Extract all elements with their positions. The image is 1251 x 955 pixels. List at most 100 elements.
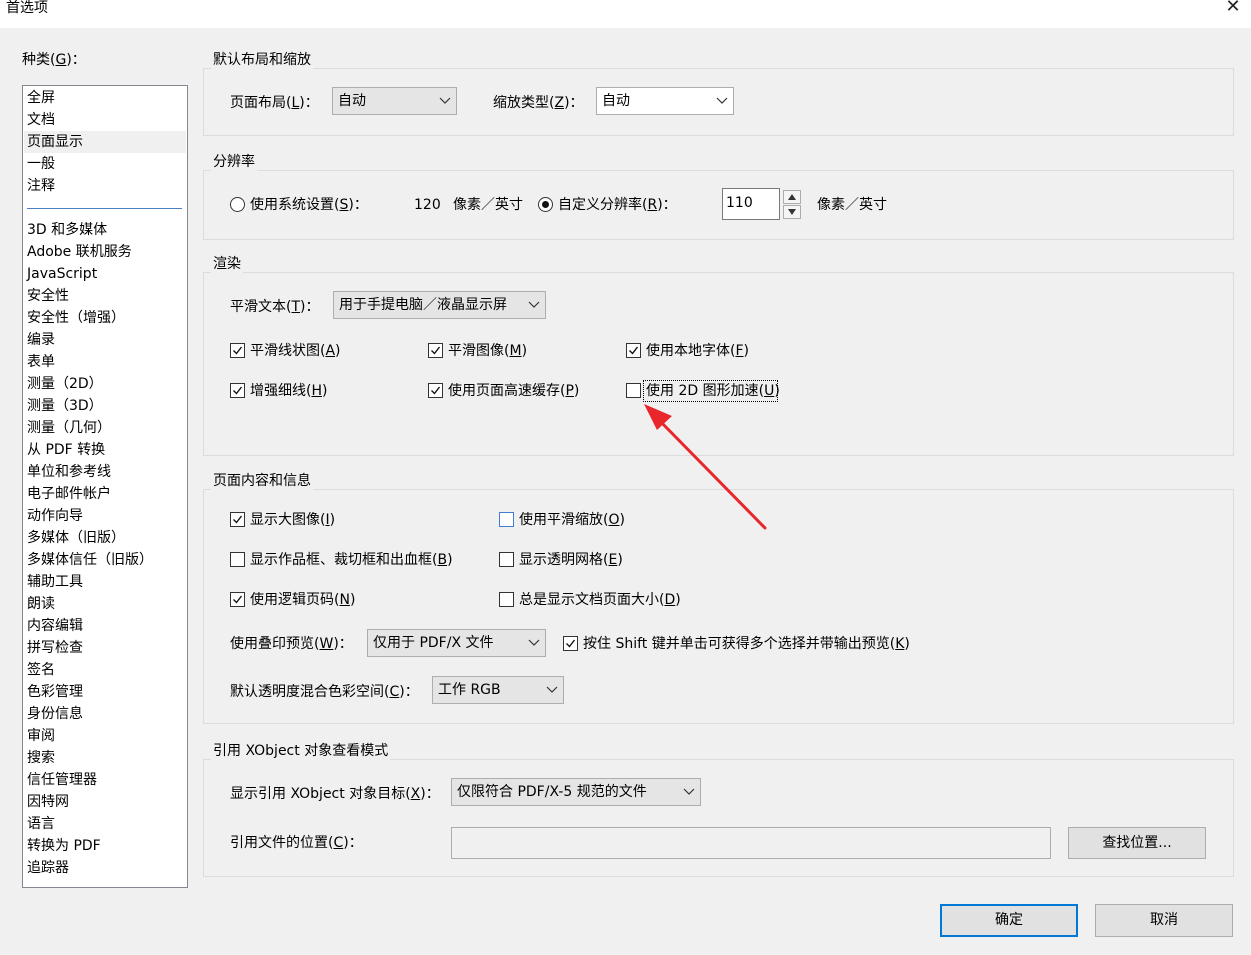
category-item[interactable]: 签名 xyxy=(24,659,186,681)
checkbox-label[interactable]: 增强细线(H) xyxy=(250,382,327,400)
xobject-target-dropdown[interactable] xyxy=(678,779,700,805)
checkbox[interactable] xyxy=(499,592,514,607)
ok-button[interactable]: 确定 xyxy=(940,904,1078,937)
category-item[interactable]: JavaScript xyxy=(24,263,186,285)
category-item[interactable]: 信任管理器 xyxy=(24,769,186,791)
category-item[interactable]: 注释 xyxy=(24,175,186,197)
xobject-target-select[interactable]: 仅限符合 PDF/X-5 规范的文件 xyxy=(451,778,701,806)
checkbox-label[interactable]: 平滑图像(M) xyxy=(448,342,527,360)
checkbox[interactable] xyxy=(230,512,245,527)
shift-click-checkbox[interactable] xyxy=(563,636,578,651)
checkbox-label[interactable]: 显示大图像(I) xyxy=(250,511,335,529)
blend-space-dropdown[interactable] xyxy=(541,677,563,703)
category-item[interactable]: 动作向导 xyxy=(24,505,186,527)
page-layout-dropdown[interactable] xyxy=(434,88,456,114)
cancel-button[interactable]: 取消 xyxy=(1095,904,1233,937)
checkbox-label[interactable]: 使用平滑缩放(O) xyxy=(519,511,625,529)
checkbox[interactable] xyxy=(626,343,641,358)
category-list[interactable]: 全屏 文档 页面显示 一般 注释 3D 和多媒体 Adobe 联机服务 JavaScript 安… xyxy=(22,85,188,888)
checkbox[interactable] xyxy=(428,343,443,358)
checkbox[interactable] xyxy=(230,552,245,567)
file-location-mnemonic: C xyxy=(333,835,344,851)
category-item[interactable]: 内容编辑 xyxy=(24,615,186,637)
category-item[interactable]: 安全性（增强） xyxy=(24,307,186,329)
blend-space-select[interactable]: 工作 RGB xyxy=(432,676,564,704)
checkbox[interactable] xyxy=(499,552,514,567)
category-item[interactable]: 色彩管理 xyxy=(24,681,186,703)
category-item[interactable]: 辅助工具 xyxy=(24,571,186,593)
title-bar: 首选项 ✕ xyxy=(0,0,1251,28)
category-item[interactable]: 语言 xyxy=(24,813,186,835)
checkbox-label[interactable]: 使用本地字体(F) xyxy=(646,342,749,360)
zoom-type-label: 缩放类型(Z)： xyxy=(493,95,584,111)
category-item[interactable]: 因特网 xyxy=(24,791,186,813)
checkbox[interactable] xyxy=(230,592,245,607)
xobject-target-value: 仅限符合 PDF/X-5 规范的文件 xyxy=(457,784,647,800)
system-setting-label[interactable]: 使用系统设置(S)： xyxy=(250,196,368,214)
checkbox[interactable] xyxy=(230,383,245,398)
checkbox-label[interactable]: 平滑线状图(A) xyxy=(250,342,341,360)
zoom-type-dropdown[interactable] xyxy=(711,88,733,114)
category-item[interactable]: 身份信息 xyxy=(24,703,186,725)
checkbox-label[interactable]: 显示透明网格(E) xyxy=(519,551,623,569)
checkbox[interactable] xyxy=(230,343,245,358)
chevron-down-icon xyxy=(716,97,728,104)
checkbox-label[interactable]: 显示作品框、裁切框和出血框(B) xyxy=(250,551,453,569)
zoom-type-label-text: 缩放类型 xyxy=(493,95,549,111)
checkbox-mnemonic: D xyxy=(664,592,676,608)
custom-resolution-radio[interactable] xyxy=(538,197,553,212)
category-item[interactable]: 一般 xyxy=(24,153,186,175)
checkbox-mnemonic: A xyxy=(325,343,336,359)
checkbox[interactable] xyxy=(499,512,514,527)
system-resolution-value: 120 xyxy=(414,197,441,213)
category-item[interactable]: 单位和参考线 xyxy=(24,461,186,483)
category-item[interactable]: 从 PDF 转换 xyxy=(24,439,186,461)
shift-click-label[interactable]: 按住 Shift 键并单击可获得多个选择并带输出预览(K) xyxy=(583,635,910,653)
category-item[interactable]: 多媒体信任（旧版） xyxy=(24,549,186,571)
category-item[interactable]: 审阅 xyxy=(24,725,186,747)
category-item[interactable]: 编录 xyxy=(24,329,186,351)
find-location-button[interactable]: 查找位置... xyxy=(1068,827,1206,859)
category-item[interactable]: Adobe 联机服务 xyxy=(24,241,186,263)
overprint-select[interactable]: 仅用于 PDF/X 文件 xyxy=(367,629,546,657)
category-item[interactable]: 追踪器 xyxy=(24,857,186,879)
checkbox-label[interactable]: 使用页面高速缓存(P) xyxy=(448,382,579,400)
spin-down-button[interactable] xyxy=(783,205,801,219)
spin-up-button[interactable] xyxy=(783,190,801,204)
checkbox[interactable] xyxy=(428,383,443,398)
overprint-dropdown[interactable] xyxy=(523,630,545,656)
category-item[interactable]: 搜索 xyxy=(24,747,186,769)
category-item[interactable]: 多媒体（旧版） xyxy=(24,527,186,549)
category-item[interactable]: 安全性 xyxy=(24,285,186,307)
checkbox-label[interactable]: 使用逻辑页码(N) xyxy=(250,591,355,609)
page-layout-select[interactable]: 自动 xyxy=(332,87,457,115)
category-item[interactable]: 测量（3D） xyxy=(24,395,186,417)
category-item[interactable]: 电子邮件帐户 xyxy=(24,483,186,505)
category-item[interactable]: 拼写检查 xyxy=(24,637,186,659)
file-location-input[interactable] xyxy=(451,827,1051,859)
close-icon[interactable]: ✕ xyxy=(1223,0,1243,18)
system-setting-radio[interactable] xyxy=(230,197,245,212)
category-item[interactable]: 转换为 PDF xyxy=(24,835,186,857)
category-item[interactable]: 表单 xyxy=(24,351,186,373)
category-item[interactable]: 朗读 xyxy=(24,593,186,615)
checkbox[interactable] xyxy=(626,383,641,398)
category-item[interactable]: 全屏 xyxy=(24,87,186,109)
blend-space-mnemonic: C xyxy=(389,684,400,700)
checkmark-icon xyxy=(233,346,243,355)
category-item[interactable]: 测量（2D） xyxy=(24,373,186,395)
category-label-text: 种类 xyxy=(22,52,50,68)
category-item[interactable]: 3D 和多媒体 xyxy=(24,219,186,241)
checkbox-mnemonic: B xyxy=(437,552,448,568)
checkbox-label[interactable]: 总是显示文档页面大小(D) xyxy=(519,591,681,609)
category-item[interactable]: 文档 xyxy=(24,109,186,131)
custom-resolution-input[interactable]: 110 xyxy=(722,188,780,220)
category-item[interactable]: 测量（几何） xyxy=(24,417,186,439)
default-layout-title: 默认布局和缩放 xyxy=(211,51,313,69)
smooth-text-dropdown[interactable] xyxy=(523,292,545,318)
custom-resolution-label[interactable]: 自定义分辨率(R)： xyxy=(558,196,677,214)
category-item[interactable]: 页面显示 xyxy=(24,131,186,153)
zoom-type-select[interactable]: 自动 xyxy=(596,87,734,115)
checkbox-label-text: 显示大图像 xyxy=(250,512,320,528)
smooth-text-select[interactable]: 用于手提电脑／液晶显示屏 xyxy=(333,291,546,319)
